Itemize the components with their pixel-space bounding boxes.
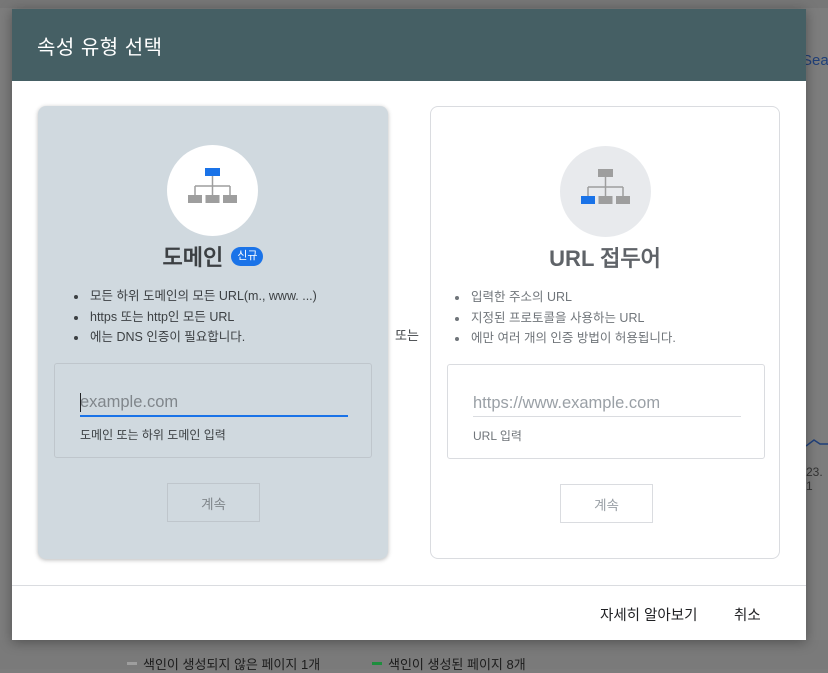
- domain-input-underline: [80, 415, 348, 417]
- background-legend-indexed: 색인이 생성된 페이지 8개: [372, 654, 526, 673]
- new-badge: 신규: [231, 246, 264, 266]
- list-item: 모든 하위 도메인의 모든 URL(m., www. ...): [88, 286, 317, 307]
- url-prefix-input[interactable]: [473, 391, 741, 415]
- url-prefix-input-box: URL 입력: [447, 364, 765, 459]
- background-top-strip: [0, 0, 828, 8]
- legend-swatch: [372, 662, 382, 665]
- url-prefix-icon-circle: [560, 146, 651, 237]
- legend-swatch: [127, 662, 137, 665]
- background-chart-date: 23. 1: [806, 465, 823, 493]
- url-prefix-title: URL 접두어: [549, 246, 661, 271]
- dialog-header: 속성 유형 선택: [12, 9, 806, 81]
- domain-title: 도메인: [162, 245, 224, 270]
- url-prefix-input-help: URL 입력: [473, 429, 522, 443]
- url-prefix-continue-button[interactable]: 계속: [560, 484, 653, 523]
- domain-title-row: 도메인 신규: [38, 240, 388, 272]
- domain-input[interactable]: [80, 390, 348, 414]
- list-item: 에만 여러 개의 인증 방법이 허용됩니다.: [469, 328, 676, 349]
- domain-continue-button[interactable]: 계속: [167, 483, 260, 522]
- url-prefix-title-row: URL 접두어: [431, 241, 779, 273]
- domain-card[interactable]: 도메인 신규 모든 하위 도메인의 모든 URL(m., www. ...) h…: [38, 106, 388, 559]
- list-item: 지정된 프로토콜을 사용하는 URL: [469, 308, 676, 329]
- url-prefix-input-underline: [473, 416, 741, 417]
- domain-bullet-list: 모든 하위 도메인의 모든 URL(m., www. ...) https 또는…: [68, 286, 317, 348]
- learn-more-button[interactable]: 자세히 알아보기: [600, 604, 697, 625]
- list-item: 입력한 주소의 URL: [469, 287, 676, 308]
- domain-icon-circle: [167, 145, 258, 236]
- domain-input-box: 도메인 또는 하위 도메인 입력: [54, 363, 372, 458]
- list-item: 에는 DNS 인증이 필요합니다.: [88, 327, 317, 348]
- url-prefix-card[interactable]: URL 접두어 입력한 주소의 URL 지정된 프로토콜을 사용하는 URL 에…: [430, 106, 780, 559]
- list-item: https 또는 http인 모든 URL: [88, 307, 317, 328]
- legend-label: 색인이 생성되지 않은 페이지 1개: [143, 657, 321, 672]
- url-prefix-bullet-list: 입력한 주소의 URL 지정된 프로토콜을 사용하는 URL 에만 여러 개의 …: [449, 287, 676, 349]
- legend-label: 색인이 생성된 페이지 8개: [388, 657, 526, 672]
- sitemap-icon: [188, 168, 237, 203]
- property-type-dialog: 속성 유형 선택 도메인 신규 모든 하위 도메인의 모든 URL(m., ww…: [12, 9, 806, 640]
- or-label: 또는: [395, 328, 419, 343]
- background-legend-not-indexed: 색인이 생성되지 않은 페이지 1개: [127, 654, 320, 673]
- sitemap-icon: [581, 169, 630, 204]
- cancel-button[interactable]: 취소: [734, 604, 761, 625]
- dialog-footer: 자세히 알아보기 취소: [12, 585, 806, 641]
- text-caret: [80, 393, 81, 412]
- background-chart-line: [806, 439, 828, 447]
- domain-input-help: 도메인 또는 하위 도메인 입력: [80, 428, 226, 442]
- dialog-title: 속성 유형 선택: [37, 36, 163, 59]
